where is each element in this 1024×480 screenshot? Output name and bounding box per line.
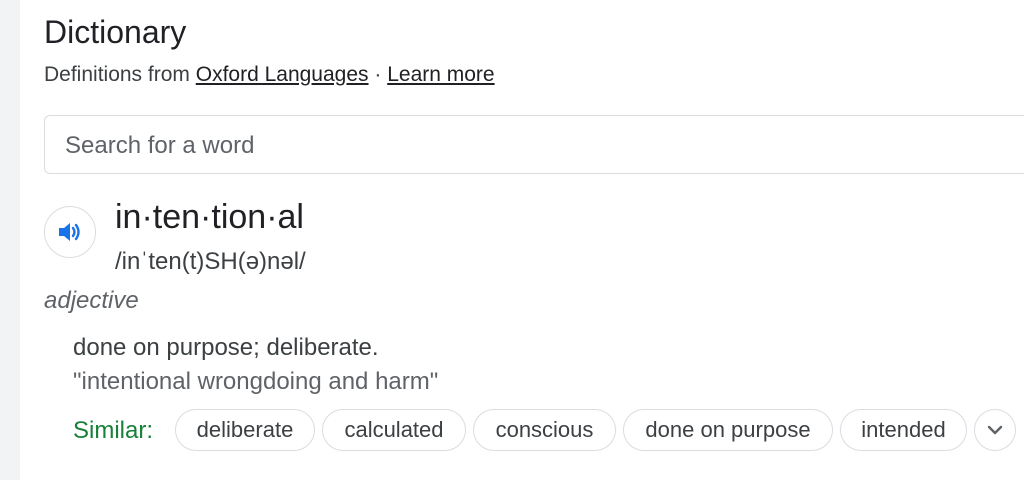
pronunciation-button[interactable]	[44, 206, 96, 258]
similar-chip-done-on-purpose[interactable]: done on purpose	[623, 409, 833, 451]
chevron-down-icon	[987, 425, 1003, 435]
similar-label: Similar:	[73, 417, 154, 444]
learn-more-link[interactable]: Learn more	[387, 63, 494, 86]
definition-text: done on purpose; deliberate.	[73, 334, 379, 361]
search-input[interactable]	[63, 129, 967, 163]
example-sentence: "intentional wrongdoing and harm"	[73, 368, 439, 395]
speaker-icon	[59, 223, 80, 241]
similar-chip-calculated[interactable]: calculated	[322, 409, 466, 451]
similar-chip-intended[interactable]: intended	[840, 409, 967, 451]
similar-chip-conscious[interactable]: conscious	[473, 409, 616, 451]
page-title: Dictionary	[44, 14, 187, 50]
part-of-speech: adjective	[44, 287, 139, 314]
similar-chip-deliberate[interactable]: deliberate	[175, 409, 315, 451]
source-line: Definitions from Oxford Languages · Lear…	[44, 63, 495, 87]
source-prefix: Definitions from	[44, 63, 190, 86]
source-separator: ·	[374, 63, 382, 86]
headword: in·ten·tion·al	[115, 198, 304, 236]
phonetic-spelling: /inˈten(t)SH(ə)nəl/	[115, 248, 306, 275]
dictionary-panel: Dictionary Definitions from Oxford Langu…	[20, 0, 1024, 480]
more-similar-button[interactable]	[974, 409, 1016, 451]
oxford-languages-link[interactable]: Oxford Languages	[196, 63, 369, 86]
left-background-strip	[0, 0, 20, 480]
search-box[interactable]	[44, 115, 1024, 174]
